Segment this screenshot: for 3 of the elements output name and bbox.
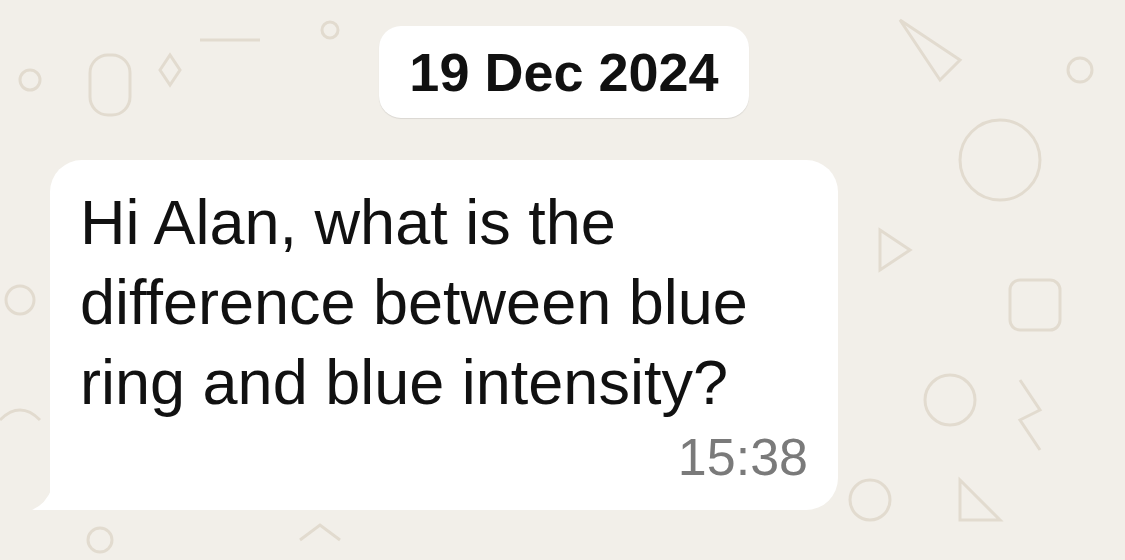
message-text: Hi Alan, what is the difference between blue ring and blue intensity? bbox=[80, 186, 749, 419]
message-time: 15:38 bbox=[677, 427, 808, 488]
date-separator: 19 Dec 2024 bbox=[379, 26, 749, 118]
